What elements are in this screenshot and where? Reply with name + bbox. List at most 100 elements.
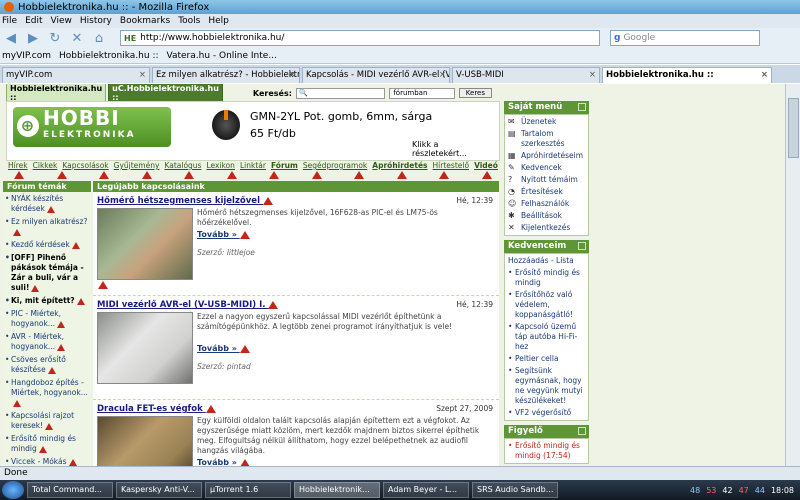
bookmark-hobbielektronika[interactable]: Hobbielektronika.hu :: bbox=[59, 51, 159, 61]
forum-topic[interactable]: PIC - Miértek, hogyanok... bbox=[3, 308, 91, 330]
mymenu-item[interactable]: ✉ Üzenetek bbox=[507, 116, 586, 128]
read-more-label[interactable]: Tovább » bbox=[197, 230, 237, 239]
menu-edit[interactable]: Edit bbox=[25, 16, 42, 26]
nav-hirtestelo[interactable]: Hírtestelő bbox=[433, 161, 470, 171]
taskbar-button[interactable]: Adam Beyer - L... bbox=[383, 482, 469, 498]
close-icon[interactable]: × bbox=[761, 70, 768, 80]
tab-myvip[interactable]: myVIP.com × bbox=[2, 67, 150, 83]
favorite-item[interactable]: Peltier cella bbox=[507, 353, 586, 365]
search-input[interactable]: g Google bbox=[610, 30, 760, 46]
scrollbar-thumb[interactable] bbox=[788, 98, 799, 158]
taskbar-button[interactable]: Kaspersky Anti-V... bbox=[116, 482, 202, 498]
nav-segedprogramok[interactable]: Segédprogramok bbox=[303, 161, 367, 171]
forum-topic[interactable]: Csöves erősítő készítése bbox=[3, 354, 91, 376]
url-text[interactable]: http://www.hobbielektronika.hu/ bbox=[140, 33, 284, 43]
article-title-text[interactable]: MIDI vezérlő AVR-el (V-USB-MIDI) I. bbox=[97, 300, 266, 310]
mymenu-item[interactable]: ◔ Értesítések bbox=[507, 186, 586, 198]
forum-topic[interactable]: AVR - Miértek, hogyanok... bbox=[3, 331, 91, 353]
nav-hirek[interactable]: Hírek bbox=[8, 161, 28, 171]
menu-history[interactable]: History bbox=[80, 16, 112, 26]
collapse-icon[interactable] bbox=[578, 242, 586, 250]
url-bar[interactable]: HE http://www.hobbielektronika.hu/ bbox=[120, 30, 600, 46]
menu-help[interactable]: Help bbox=[208, 16, 229, 26]
close-icon[interactable]: × bbox=[439, 70, 446, 80]
article-thumbnail[interactable] bbox=[97, 312, 193, 384]
nav-kapcsolasok[interactable]: Kapcsolások bbox=[62, 161, 108, 171]
vertical-scrollbar[interactable] bbox=[785, 84, 800, 466]
site-logo[interactable]: ⊕ HOBBI ELEKTRONIKA bbox=[13, 107, 171, 147]
mymenu-item[interactable]: ? Nyitott témáim bbox=[507, 174, 586, 186]
tab-vusb-midi[interactable]: V-USB-MIDI × bbox=[452, 67, 600, 83]
tab-kapcsolas[interactable]: Kapcsolás - MIDI vezérlő AVR-el (V... × bbox=[302, 67, 450, 83]
article-title[interactable]: Hőmérő hétszegmenses kijelzővel bbox=[97, 196, 273, 206]
forum-topic[interactable]: [OFF] Pihenő pákások témája - Zár a buli… bbox=[3, 252, 91, 294]
ad-banner[interactable]: GMN-2YL Pot. gomb, 6mm, sárga 65 Ft/db K… bbox=[202, 108, 492, 158]
nav-forum[interactable]: Fórum bbox=[271, 161, 298, 171]
forum-topic[interactable]: Erősítő mindig és mindig bbox=[3, 433, 91, 455]
menu-file[interactable]: File bbox=[2, 16, 17, 26]
reload-icon[interactable]: ↻ bbox=[48, 31, 62, 46]
favorite-item[interactable]: Kapcsoló üzemű táp autóba Hi-Fi-hez bbox=[507, 321, 586, 353]
site-search-input[interactable]: 🔍 bbox=[295, 87, 386, 99]
forum-topic[interactable]: Viccek - Mókás bbox=[3, 456, 91, 466]
mymenu-item[interactable]: ☺ Felhasználók bbox=[507, 198, 586, 210]
read-more-label[interactable]: Tovább » bbox=[197, 458, 237, 466]
close-icon[interactable]: × bbox=[589, 70, 596, 80]
menu-tools[interactable]: Tools bbox=[178, 16, 200, 26]
close-icon[interactable]: × bbox=[139, 70, 146, 80]
taskbar-button[interactable]: SRS Audio Sandb... bbox=[472, 482, 558, 498]
start-button[interactable] bbox=[2, 481, 24, 499]
mymenu-item[interactable]: ✱ Beállítások bbox=[507, 210, 586, 222]
mymenu-item[interactable]: ✎ Kedvencek bbox=[507, 162, 586, 174]
forum-topic[interactable]: Kapcsolási rajzot keresek! bbox=[3, 410, 91, 432]
close-icon[interactable]: × bbox=[289, 70, 296, 80]
mymenu-item[interactable]: ▤ Tartalom szerkesztés bbox=[507, 128, 586, 150]
read-more-link[interactable]: Tovább » bbox=[197, 344, 250, 353]
article-title-text[interactable]: Dracula FET-es végfok bbox=[97, 404, 203, 414]
nav-aprohirdetes[interactable]: Apróhirdetés bbox=[372, 161, 427, 171]
home-icon[interactable]: ⌂ bbox=[92, 31, 106, 46]
nav-video[interactable]: Videó bbox=[474, 161, 498, 171]
site-search-scope[interactable]: fórumban bbox=[389, 87, 455, 99]
nav-linktar[interactable]: Linktár bbox=[240, 161, 266, 171]
nav-katalogus[interactable]: Katalógus bbox=[164, 161, 201, 171]
nav-cikkek[interactable]: Cikkek bbox=[33, 161, 58, 171]
forum-topic[interactable]: Ez milyen alkatrész? bbox=[3, 216, 91, 238]
read-more-label[interactable]: Tovább » bbox=[197, 344, 237, 353]
forum-topic[interactable]: Ki, mit épített? bbox=[3, 295, 91, 307]
watch-item[interactable]: Erősítő mindig és mindig (17:54) bbox=[507, 440, 586, 462]
forum-topic[interactable]: Kezdő kérdések bbox=[3, 239, 91, 251]
favorites-add-link[interactable]: Hozzáadás - Lista bbox=[507, 255, 586, 267]
forum-topic[interactable]: Hangdoboz építés - Miértek, hogyanok... bbox=[3, 377, 91, 409]
read-more-link[interactable]: Tovább » bbox=[197, 230, 250, 239]
read-more-link[interactable]: Tovább » bbox=[197, 458, 250, 466]
menu-bookmarks[interactable]: Bookmarks bbox=[120, 16, 170, 26]
favorite-item[interactable]: Segítsünk egymásnak, hogy ne vegyünk mut… bbox=[507, 365, 586, 407]
collapse-icon[interactable] bbox=[578, 427, 586, 435]
article-title-text[interactable]: Hőmérő hétszegmenses kijelzővel bbox=[97, 196, 260, 206]
article-thumbnail[interactable] bbox=[97, 416, 193, 466]
ad-more-link[interactable]: Klikk a részletekért... bbox=[412, 140, 492, 158]
taskbar-button[interactable]: Total Command... bbox=[27, 482, 113, 498]
menu-view[interactable]: View bbox=[51, 16, 72, 26]
article-title[interactable]: MIDI vezérlő AVR-el (V-USB-MIDI) I. bbox=[97, 300, 279, 310]
back-icon[interactable]: ◀ bbox=[4, 31, 18, 46]
forum-topic[interactable]: NYÁK készítés kérdések bbox=[3, 193, 91, 215]
stop-icon[interactable]: ✕ bbox=[70, 31, 84, 46]
nav-lexikon[interactable]: Lexikon bbox=[206, 161, 234, 171]
mymenu-item[interactable]: ✕ Kijelentkezés bbox=[507, 222, 586, 234]
favorite-item[interactable]: Erősítő mindig és mindig bbox=[507, 267, 586, 289]
taskbar-button[interactable]: Hobbielektronik... bbox=[294, 482, 380, 498]
article-thumbnail[interactable] bbox=[97, 208, 193, 289]
site-search-button[interactable]: Keres bbox=[458, 88, 492, 98]
bookmark-vatera[interactable]: Vatera.hu - Online Inte... bbox=[167, 51, 277, 61]
tab-hobbielektronika[interactable]: Hobbielektronika.hu :: × bbox=[602, 67, 772, 83]
forward-icon[interactable]: ▶ bbox=[26, 31, 40, 46]
bookmark-myvip[interactable]: myVIP.com bbox=[2, 51, 51, 61]
mymenu-item[interactable]: ▦ Apróhirdetéseim bbox=[507, 150, 586, 162]
article-title[interactable]: Dracula FET-es végfok bbox=[97, 404, 216, 414]
favorite-item[interactable]: VF2 végerősítő bbox=[507, 407, 586, 419]
collapse-icon[interactable] bbox=[578, 103, 586, 111]
favorite-item[interactable]: Erősítőhöz való védelem, koppanásgátló! bbox=[507, 289, 586, 321]
taskbar-button[interactable]: µTorrent 1.6 bbox=[205, 482, 291, 498]
